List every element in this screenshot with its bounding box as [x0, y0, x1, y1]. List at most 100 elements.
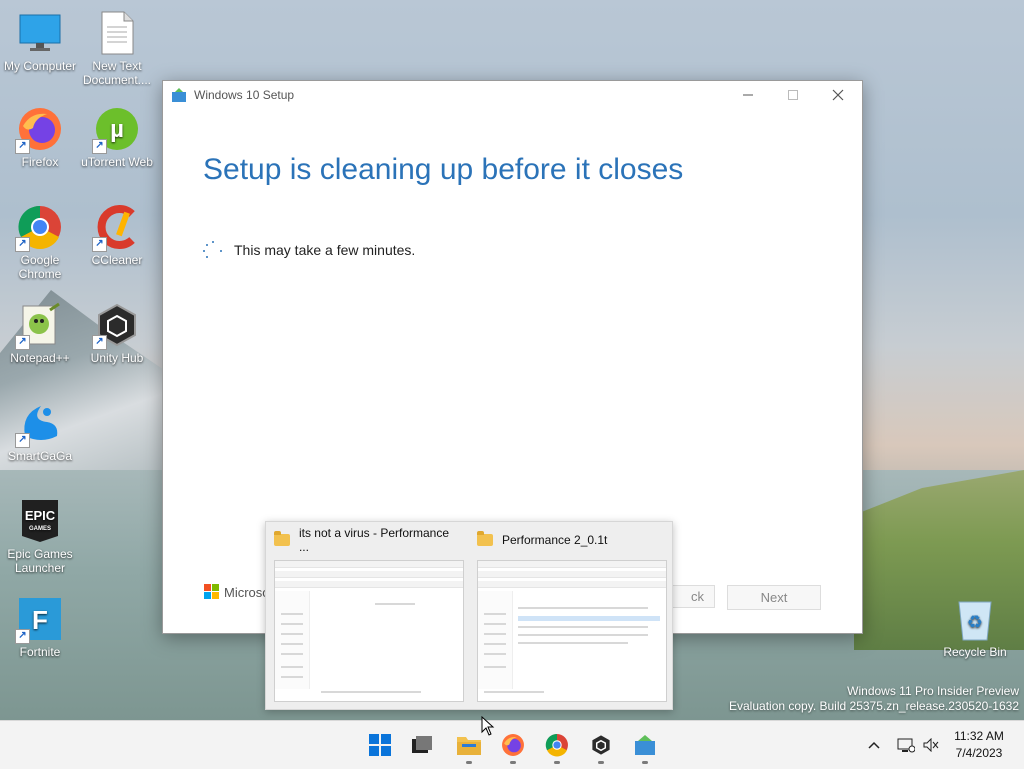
taskbar-firefox[interactable]	[499, 731, 527, 759]
clock-date[interactable]: 7/4/2023	[948, 746, 1010, 760]
show-hidden-icons-button[interactable]	[860, 731, 888, 759]
setup-app-icon	[635, 735, 655, 755]
shortcut-arrow-icon: ↗	[15, 433, 30, 448]
close-button[interactable]	[815, 81, 861, 109]
desktop-icon-label: uTorrent Web	[81, 155, 153, 169]
desktop-icon-smartgaga[interactable]: ↗ SmartGaGa	[0, 400, 80, 463]
desktop-icon-fortnite[interactable]: F ↗ Fortnite	[0, 596, 80, 659]
taskbar-chrome[interactable]	[543, 731, 571, 759]
page-heading: Setup is cleaning up before it closes	[203, 153, 684, 186]
desktop-icon-label: Google Chrome	[18, 253, 62, 281]
desktop-icon-chrome[interactable]: ↗ Google Chrome	[0, 204, 80, 281]
ccleaner-icon: ↗	[92, 204, 140, 252]
running-indicator	[510, 761, 516, 764]
windows-logo-icon	[369, 734, 391, 756]
shortcut-arrow-icon: ↗	[92, 237, 107, 252]
taskbar: 11:32 AM 7/4/2023	[0, 720, 1024, 769]
epic-games-icon: EPIC GAMES	[17, 498, 63, 544]
volume-button[interactable]	[917, 731, 945, 759]
desktop-icon-label: Notepad++	[10, 351, 70, 365]
utorrent-icon: µ ↗	[92, 106, 140, 154]
status-message: This may take a few minutes.	[234, 242, 416, 258]
smartgaga-icon: ↗	[15, 400, 63, 448]
window-titlebar[interactable]: Windows 10 Setup	[163, 81, 862, 109]
desktop-icon-label: Fortnite	[19, 645, 61, 659]
shortcut-arrow-icon: ↗	[92, 139, 107, 154]
shortcut-arrow-icon: ↗	[15, 139, 30, 154]
shortcut-arrow-icon: ↗	[15, 629, 30, 644]
desktop-icon-firefox[interactable]: ↗ Firefox	[0, 106, 80, 169]
running-indicator	[466, 761, 472, 764]
window-title: Windows 10 Setup	[194, 88, 295, 102]
unity-icon	[592, 735, 610, 755]
taskbar-thumbnail-panel: its not a virus - Performance ... Perfor…	[265, 521, 673, 710]
volume-muted-icon	[923, 738, 939, 752]
desktop-icon-recycle-bin[interactable]: ♻ Recycle Bin	[935, 596, 1015, 659]
monitor-icon	[17, 10, 63, 56]
taskbar-setup[interactable]	[631, 731, 659, 759]
firefox-icon: ↗	[15, 106, 63, 154]
folder-icon	[477, 531, 493, 546]
desktop-icon-epic-games[interactable]: EPIC GAMES Epic Games Launcher	[0, 498, 80, 575]
desktop-icon-label: New Text Document....	[82, 59, 152, 87]
shortcut-arrow-icon: ↗	[92, 335, 107, 350]
desktop-icon-notepadpp[interactable]: ↗ Notepad++	[0, 302, 80, 365]
desktop-icon-label: Epic Games Launcher	[7, 547, 73, 575]
taskbar-file-explorer[interactable]	[455, 731, 483, 759]
desktop-icon-my-computer[interactable]: My Computer	[0, 10, 80, 73]
chevron-up-icon	[868, 741, 880, 749]
desktop-icon-utorrent[interactable]: µ ↗ uTorrent Web	[77, 106, 157, 169]
loading-spinner-icon	[203, 241, 223, 261]
clock-time[interactable]: 11:32 AM	[948, 729, 1010, 743]
preview-thumbnail	[274, 560, 464, 702]
preview-title: its not a virus - Performance ...	[298, 526, 450, 554]
task-view-button[interactable]	[408, 731, 436, 759]
microsoft-squares-icon	[204, 584, 220, 600]
notepadpp-icon: ↗	[15, 302, 63, 350]
svg-text:µ: µ	[110, 116, 124, 143]
microsoft-brand-text: Microso	[224, 584, 270, 600]
desktop-icon-label: Firefox	[21, 155, 59, 169]
watermark-line1: Windows 11 Pro Insider Preview	[847, 684, 1019, 698]
desktop-icon-ccleaner[interactable]: ↗ CCleaner	[77, 204, 157, 267]
network-status-button[interactable]	[892, 731, 920, 759]
window-preview-1[interactable]: its not a virus - Performance ...	[266, 522, 464, 709]
chrome-icon: ↗	[15, 204, 63, 252]
svg-text:GAMES: GAMES	[29, 526, 51, 532]
evaluation-watermark: Windows 11 Pro Insider Preview Evaluatio…	[729, 684, 1019, 714]
text-document-icon	[94, 10, 140, 56]
window-preview-2[interactable]: Performance 2_0.1t	[469, 522, 667, 709]
desktop-icon-label: Unity Hub	[90, 351, 144, 365]
desktop-icon-new-text-document[interactable]: New Text Document....	[77, 10, 157, 87]
minimize-button[interactable]	[725, 81, 771, 109]
firefox-icon	[502, 734, 524, 756]
running-indicator	[598, 761, 604, 764]
microsoft-logo: Microso	[204, 584, 270, 600]
svg-text:♻: ♻	[967, 612, 983, 633]
task-view-icon	[412, 736, 432, 753]
mouse-cursor-icon	[481, 715, 495, 741]
start-button[interactable]	[366, 731, 394, 759]
preview-title: Performance 2_0.1t	[502, 533, 608, 547]
network-icon	[897, 738, 915, 753]
desktop-icon-label: My Computer	[3, 59, 77, 73]
running-indicator	[554, 761, 560, 764]
svg-text:F: F	[32, 605, 48, 635]
running-indicator	[642, 761, 648, 764]
watermark-line2: Evaluation copy. Build 25375.zn_release.…	[729, 699, 1019, 713]
chrome-icon	[545, 734, 568, 757]
maximize-button[interactable]	[770, 81, 816, 109]
desktop-icon-label: CCleaner	[91, 253, 143, 267]
folder-icon	[274, 531, 290, 546]
file-explorer-icon	[457, 737, 481, 755]
next-button[interactable]: Next	[727, 585, 821, 610]
desktop-icon-unity-hub[interactable]: ↗ Unity Hub	[77, 302, 157, 365]
taskbar-unity-hub[interactable]	[587, 731, 615, 759]
svg-text:EPIC: EPIC	[25, 508, 56, 523]
desktop-icon-label: SmartGaGa	[7, 449, 73, 463]
preview-thumbnail	[477, 560, 667, 702]
setup-app-icon	[172, 88, 186, 102]
shortcut-arrow-icon: ↗	[15, 335, 30, 350]
desktop-icon-label: Recycle Bin	[943, 645, 1007, 659]
fortnite-icon: F ↗	[15, 596, 63, 644]
